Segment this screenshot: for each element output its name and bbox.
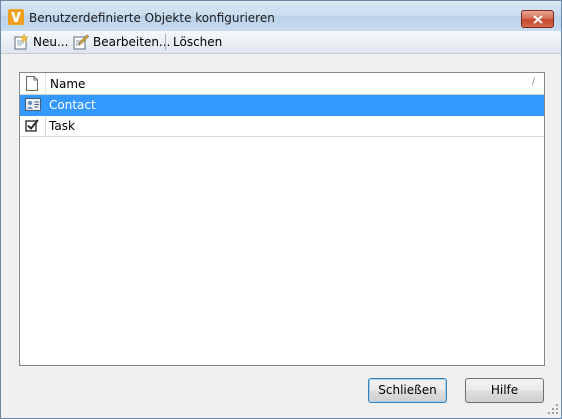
task-checkbox-icon [25,119,39,132]
row-icon-cell [20,95,46,115]
toolbar-separator [165,34,166,50]
close-button[interactable] [521,10,554,28]
new-button[interactable]: Neu... [13,33,68,51]
list-item-label: Task [49,119,75,133]
list-header: Name / [20,73,544,95]
list-item-contact[interactable]: Contact [20,95,544,116]
list-item-task[interactable]: Task [20,116,544,137]
new-label: Neu... [33,35,69,49]
document-icon [26,76,38,91]
dialog-window: Benutzerdefinierte Objekte konfigurieren… [0,0,562,419]
delete-label: Löschen [173,35,223,49]
close-icon [533,15,543,24]
title-bar[interactable]: Benutzerdefinierte Objekte konfigurieren [1,1,561,31]
contact-card-icon [25,98,41,111]
list-item-label: Contact [49,98,96,112]
name-column-header[interactable]: Name [50,77,85,91]
row-icon-cell [20,116,46,136]
edit-pencil-icon [73,34,89,50]
edit-button[interactable]: Bearbeiten... [73,33,170,51]
new-document-icon [14,34,29,50]
help-button[interactable]: Hilfe [465,378,544,403]
resize-grip-icon[interactable] [547,403,559,415]
sort-indicator: / [532,77,536,87]
vault-v-logo-icon [8,9,24,25]
edit-label: Bearbeiten... [93,35,171,49]
toolbar: Neu... Bearbeiten... Löschen [1,31,561,54]
custom-objects-list[interactable]: Name / Contact Task [19,72,545,366]
delete-button[interactable]: Löschen [173,33,222,51]
close-dialog-button[interactable]: Schließen [368,378,447,403]
icon-column-header[interactable] [20,73,46,94]
window-title: Benutzerdefinierte Objekte konfigurieren [29,11,275,25]
